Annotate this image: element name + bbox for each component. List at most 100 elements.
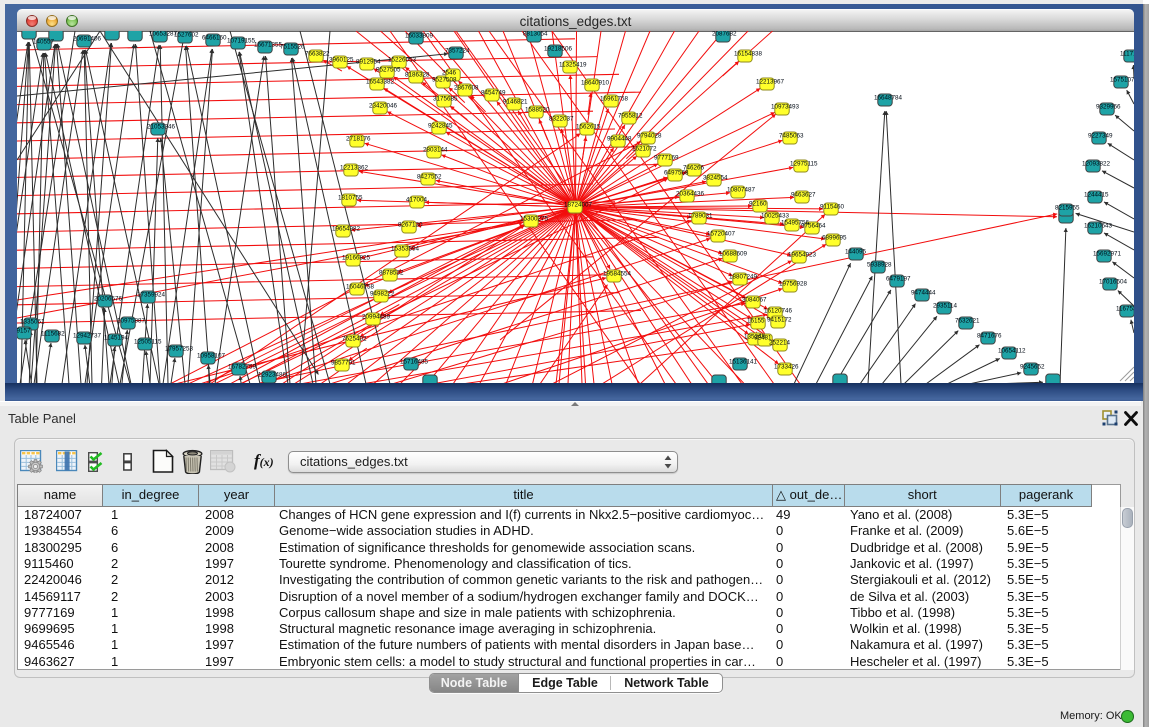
svg-text:1115682: 1115682 bbox=[41, 331, 65, 338]
svg-text:17359924: 17359924 bbox=[137, 292, 166, 299]
svg-text:9463627: 9463627 bbox=[791, 192, 816, 199]
svg-text:15716485: 15716485 bbox=[400, 359, 429, 366]
svg-text:1145194: 1145194 bbox=[104, 335, 129, 342]
svg-text:1244415: 1244415 bbox=[1084, 192, 1109, 199]
svg-text:2935114: 2935114 bbox=[933, 303, 958, 310]
svg-text:746266: 746266 bbox=[683, 165, 705, 172]
svg-text:16671355: 16671355 bbox=[254, 42, 283, 49]
svg-text:19584554: 19584554 bbox=[603, 271, 632, 278]
svg-text:10719155: 10719155 bbox=[227, 38, 256, 45]
svg-text:9115460: 9115460 bbox=[820, 204, 845, 211]
svg-text:16961758: 16961758 bbox=[600, 96, 629, 103]
svg-text:8878532: 8878532 bbox=[379, 270, 404, 277]
svg-text:1562615: 1562615 bbox=[576, 124, 601, 131]
svg-text:9415172: 9415172 bbox=[767, 317, 792, 324]
svg-text:9527505: 9527505 bbox=[376, 67, 401, 74]
svg-text:8912954: 8912954 bbox=[356, 59, 381, 66]
svg-text:9245652: 9245652 bbox=[1020, 364, 1045, 371]
svg-text:8267130: 8267130 bbox=[398, 222, 423, 229]
svg-text:9527508: 9527508 bbox=[432, 77, 457, 84]
svg-text:8454749: 8454749 bbox=[481, 90, 506, 97]
svg-text:1621072: 1621072 bbox=[632, 146, 657, 153]
svg-text:12975115: 12975115 bbox=[790, 161, 818, 168]
svg-text:3960125: 3960125 bbox=[329, 57, 354, 64]
svg-text:2087682: 2087682 bbox=[712, 31, 737, 38]
svg-text:2546: 2546 bbox=[442, 70, 457, 77]
svg-text:9794028: 9794028 bbox=[637, 133, 662, 140]
svg-text:16120746: 16120746 bbox=[764, 308, 793, 315]
svg-text:252214: 252214 bbox=[769, 340, 791, 347]
svg-text:3175685: 3175685 bbox=[433, 96, 458, 103]
svg-text:10973493: 10973493 bbox=[771, 104, 800, 111]
svg-text:12923486: 12923486 bbox=[258, 372, 287, 379]
svg-text:9227349: 9227349 bbox=[1088, 133, 1113, 140]
svg-text:19166825: 19166825 bbox=[342, 255, 371, 262]
svg-text:8813054: 8813054 bbox=[523, 31, 548, 38]
svg-text:144095: 144095 bbox=[845, 249, 867, 256]
svg-text:9777169: 9777169 bbox=[654, 155, 679, 162]
svg-text:16210643: 16210643 bbox=[1084, 223, 1113, 230]
svg-text:2803144: 2803144 bbox=[423, 147, 448, 154]
svg-text:9756464: 9756464 bbox=[801, 223, 826, 230]
svg-text:17016504: 17016504 bbox=[1099, 279, 1128, 286]
svg-text:21053346: 21053346 bbox=[147, 124, 176, 131]
svg-text:7955812: 7955812 bbox=[618, 113, 643, 120]
svg-text:6899695: 6899695 bbox=[822, 235, 847, 242]
svg-text:15226053: 15226053 bbox=[388, 57, 417, 64]
svg-text:1527602: 1527602 bbox=[174, 32, 199, 39]
svg-text:10807487: 10807487 bbox=[727, 187, 756, 194]
svg-text:10025433: 10025433 bbox=[761, 213, 790, 220]
svg-text:9146821: 9146821 bbox=[503, 99, 528, 106]
svg-text:1733426: 1733426 bbox=[774, 364, 799, 371]
svg-text:9857791: 9857791 bbox=[331, 360, 356, 367]
svg-text:15692971: 15692971 bbox=[1093, 251, 1122, 258]
svg-text:7515526: 7515526 bbox=[280, 44, 305, 51]
svg-text:12213967: 12213967 bbox=[756, 79, 785, 86]
svg-text:10958107: 10958107 bbox=[197, 353, 226, 360]
svg-text:19756928: 19756928 bbox=[779, 281, 808, 288]
svg-text:17957253: 17957253 bbox=[165, 346, 194, 353]
svg-text:92160: 92160 bbox=[749, 201, 767, 208]
svg-text:1588520: 1588520 bbox=[525, 107, 550, 114]
svg-text:1335061: 1335061 bbox=[20, 319, 45, 326]
svg-text:3824554: 3824554 bbox=[703, 175, 728, 182]
svg-text:15300275: 15300275 bbox=[520, 216, 549, 223]
svg-text:7625402: 7625402 bbox=[342, 336, 367, 343]
svg-text:15353594: 15353594 bbox=[391, 246, 420, 253]
svg-text:9329966: 9329966 bbox=[1096, 104, 1121, 111]
svg-text:8322037: 8322037 bbox=[549, 116, 574, 123]
svg-text:10688609: 10688609 bbox=[719, 251, 748, 258]
svg-text:9904448: 9904448 bbox=[607, 136, 632, 143]
svg-text:1810755: 1810755 bbox=[338, 195, 363, 202]
svg-text:18807249: 18807249 bbox=[729, 274, 758, 281]
svg-text:11171: 11171 bbox=[1120, 51, 1134, 58]
svg-text:18724007: 18724007 bbox=[564, 202, 593, 209]
svg-text:7485063: 7485063 bbox=[779, 133, 804, 140]
svg-text:20691406: 20691406 bbox=[73, 36, 102, 43]
svg-text:15136141: 15136141 bbox=[729, 359, 758, 366]
svg-text:12093822: 12093822 bbox=[1082, 161, 1111, 168]
svg-text:8186328: 8186328 bbox=[405, 72, 430, 79]
svg-text:9498222: 9498222 bbox=[370, 291, 395, 298]
svg-text:10654112: 10654112 bbox=[998, 348, 1026, 355]
svg-text:16033809: 16033809 bbox=[405, 33, 434, 40]
svg-text:12942737: 12942737 bbox=[73, 333, 102, 340]
svg-text:12213362: 12213362 bbox=[340, 165, 369, 172]
svg-text:15720407: 15720407 bbox=[707, 231, 736, 238]
svg-text:5938928: 5938928 bbox=[867, 262, 892, 269]
svg-text:19654923: 19654923 bbox=[788, 252, 817, 259]
svg-text:20206576: 20206576 bbox=[94, 296, 123, 303]
svg-text:16648784: 16648784 bbox=[874, 95, 903, 102]
svg-text:39157: 39157 bbox=[17, 328, 31, 335]
svg-text:16155: 16155 bbox=[747, 318, 765, 325]
svg-text:7663822: 7663822 bbox=[305, 51, 330, 58]
svg-text:8215955: 8215955 bbox=[1055, 205, 1080, 212]
svg-text:2718176: 2718176 bbox=[346, 136, 371, 143]
svg-text:10975887: 10975887 bbox=[117, 318, 146, 325]
svg-text:16046758: 16046758 bbox=[346, 284, 375, 291]
svg-text:417004: 417004 bbox=[406, 197, 428, 204]
svg-text:18640910: 18640910 bbox=[581, 80, 610, 87]
svg-text:116753: 116753 bbox=[1116, 306, 1134, 313]
svg-text:9474444: 9474444 bbox=[911, 290, 936, 297]
svg-text:7357224: 7357224 bbox=[445, 48, 470, 55]
